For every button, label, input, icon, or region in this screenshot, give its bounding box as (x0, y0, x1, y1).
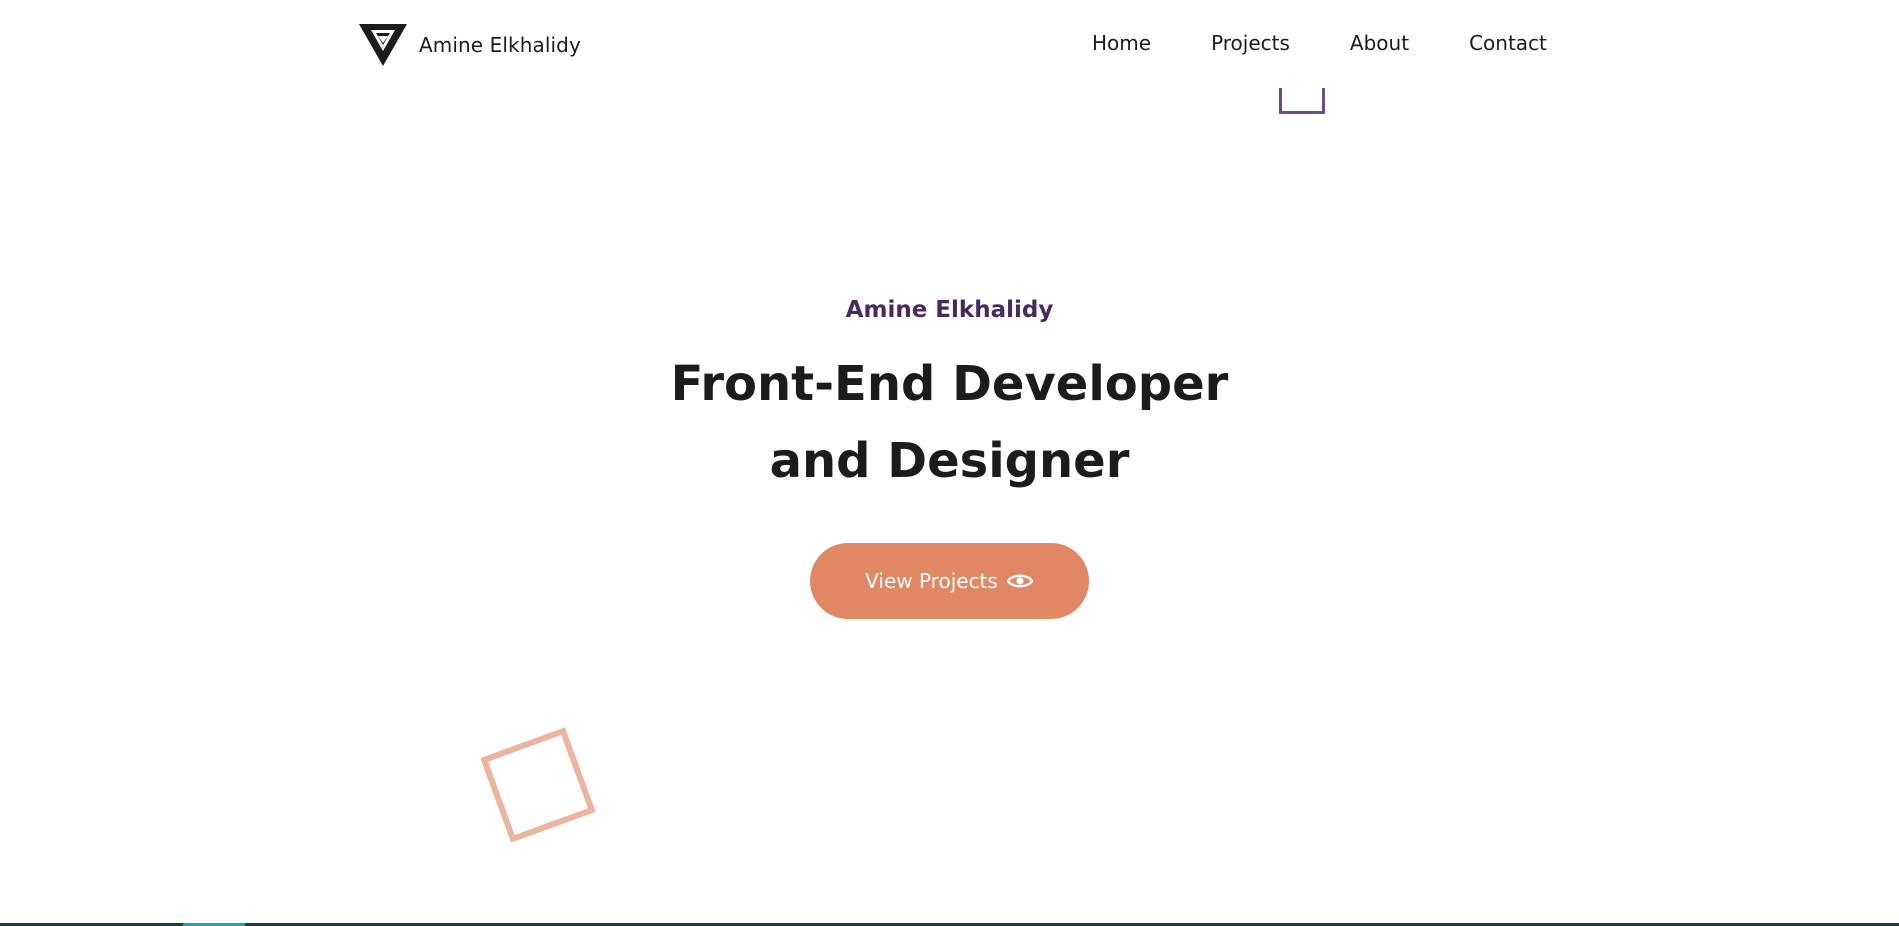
triangle-logo-icon (359, 24, 407, 66)
decorative-bracket-shape (1279, 88, 1325, 114)
view-projects-label: View Projects (865, 569, 998, 593)
brand-link[interactable]: Amine Elkhalidy (359, 24, 581, 66)
hero-headline-line2: and Designer (769, 433, 1130, 489)
nav-links: Home Projects About Contact (1092, 31, 1547, 55)
brand-name: Amine Elkhalidy (419, 33, 581, 57)
decorative-square-shape (480, 727, 596, 843)
nav-item-home[interactable]: Home (1092, 31, 1151, 55)
hero-eyebrow: Amine Elkhalidy (845, 297, 1054, 323)
page: Amine Elkhalidy Home Projects About Cont… (0, 0, 1899, 926)
navbar: Amine Elkhalidy Home Projects About Cont… (0, 0, 1899, 90)
nav-item-projects[interactable]: Projects (1211, 31, 1290, 55)
hero-headline: Front-End Developer and Designer (0, 346, 1899, 500)
nav-item-contact[interactable]: Contact (1469, 31, 1547, 55)
nav-item-about[interactable]: About (1350, 31, 1409, 55)
hero-headline-line1: Front-End Developer (670, 356, 1229, 412)
view-projects-button[interactable]: View Projects (810, 543, 1089, 619)
eye-icon (1006, 574, 1034, 588)
